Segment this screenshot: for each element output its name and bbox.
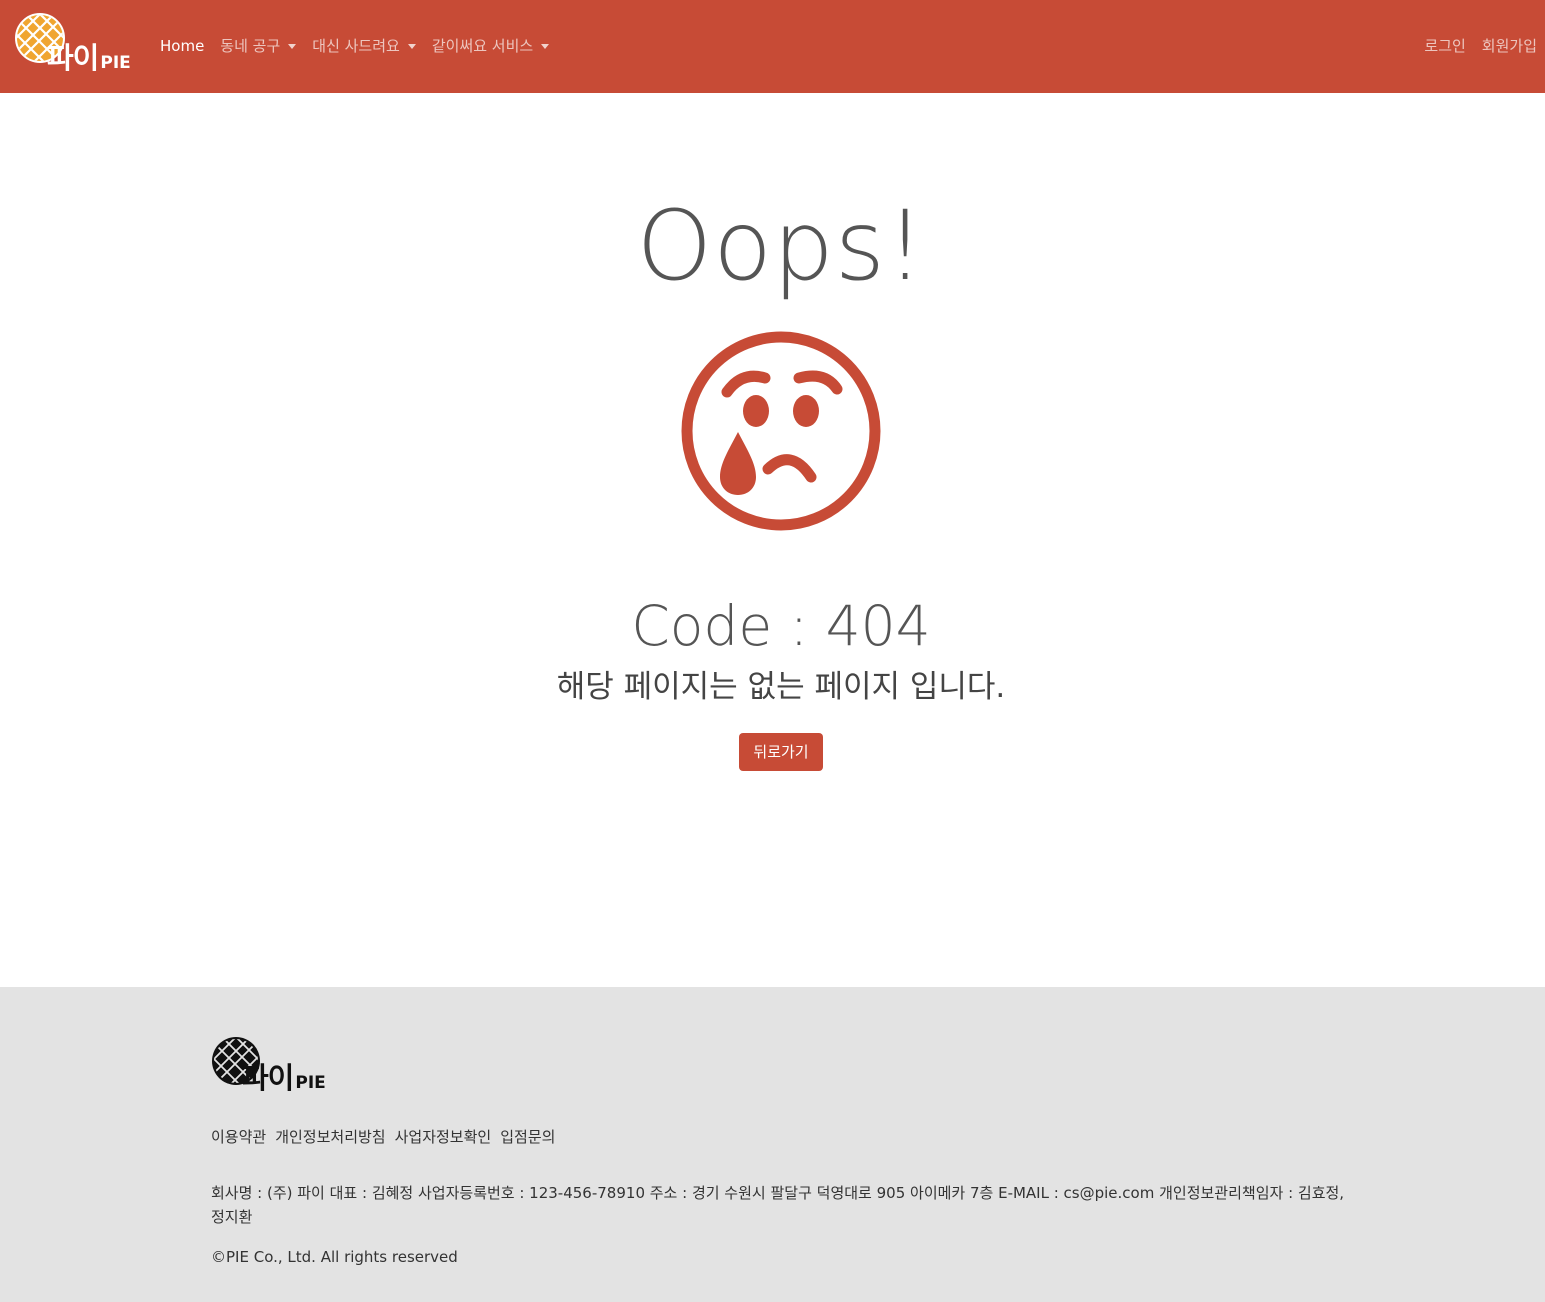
privacy-policy-link[interactable]: 개인정보처리방침 — [275, 1125, 385, 1149]
business-info-link[interactable]: 사업자정보확인 — [395, 1125, 492, 1149]
footer-links: 이용약관 개인정보처리방침 사업자정보확인 입점문의 — [211, 1125, 564, 1149]
caret-down-icon — [541, 43, 550, 49]
navbar: 파이 PIE Home 동네 공구 대신 사드려요 같이써요 서비스 로그인 회원… — [0, 0, 1545, 93]
caret-down-icon — [407, 43, 416, 49]
login-link[interactable]: 로그인 — [1424, 34, 1465, 58]
back-button[interactable]: 뒤로가기 — [739, 733, 823, 771]
error-code: Code : 404 — [631, 594, 931, 658]
brand-wordmark: 파이 PIE — [47, 41, 131, 75]
crying-face-icon — [681, 331, 881, 531]
nav-home[interactable]: Home — [160, 34, 204, 58]
main-nav: Home 동네 공구 대신 사드려요 같이써요 서비스 — [160, 34, 565, 58]
company-info: 회사명 : (주) 파이 대표 : 김혜정 사업자등록번호 : 123-456-… — [211, 1184, 1345, 1226]
brand-logo[interactable]: 파이 PIE — [14, 12, 139, 76]
footer-wordmark: 파이 PIE — [242, 1061, 326, 1095]
footer-logo: 파이 PIE — [210, 1035, 335, 1099]
terms-link[interactable]: 이용약관 — [211, 1125, 266, 1149]
caret-down-icon — [288, 43, 297, 49]
error-message: 해당 페이지는 없는 페이지 입니다. — [556, 669, 1006, 705]
signup-link[interactable]: 회원가입 — [1482, 34, 1537, 58]
nav-neighborhood-group-buy-dropdown[interactable]: 동네 공구 — [220, 34, 297, 58]
auth-nav: 로그인 회원가입 — [1408, 34, 1537, 58]
copyright: ©PIE Co., Ltd. All rights reserved — [211, 1248, 458, 1266]
nav-share-service-dropdown[interactable]: 같이써요 서비스 — [432, 34, 550, 58]
error-headline: Oops! — [636, 190, 926, 302]
nav-buy-for-you-dropdown[interactable]: 대신 사드려요 — [312, 34, 416, 58]
partnership-inquiry-link[interactable]: 입점문의 — [500, 1125, 555, 1149]
footer: 파이 PIE 이용약관 개인정보처리방침 사업자정보확인 입점문의 회사명 : (… — [0, 987, 1545, 1302]
